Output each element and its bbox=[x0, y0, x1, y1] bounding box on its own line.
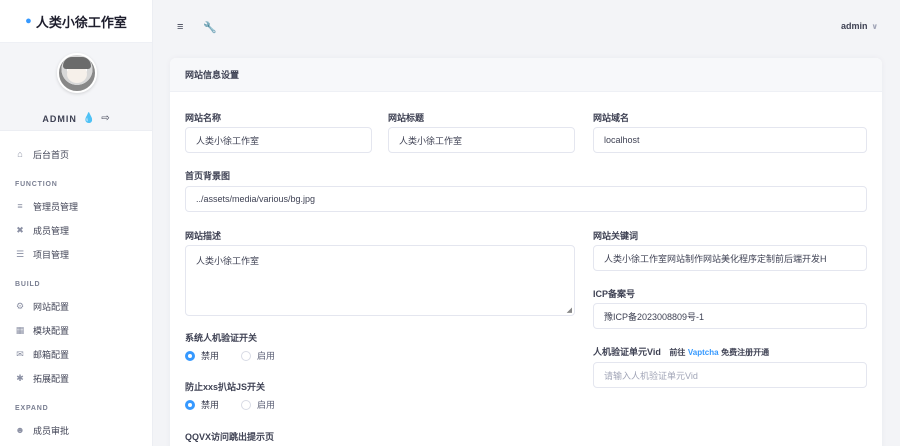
home-icon: ⌂ bbox=[17, 149, 23, 159]
site-settings-card: 网站信息设置 网站名称 人类小徐工作室 网站标题 人类小徐工作室 网站域名 lo… bbox=[170, 58, 882, 446]
captcha-disabled-radio[interactable] bbox=[185, 350, 195, 361]
captcha-enabled-radio[interactable] bbox=[241, 350, 252, 361]
sidebar-item-label: 后台首页 bbox=[33, 149, 70, 160]
vid-hint-suffix: 免费注册开通 bbox=[721, 348, 770, 357]
vid-input[interactable]: 请输入人机验证单元Vid bbox=[593, 362, 867, 388]
nav-section-function: FUNCTION bbox=[15, 180, 58, 188]
sidebar-item-member-manage[interactable]: ✖ 成员管理 bbox=[0, 218, 152, 242]
chevron-down-icon: ∨ bbox=[871, 21, 879, 31]
avatar[interactable] bbox=[57, 53, 97, 93]
xss-switch-label: 防止xxs扒站JS开关 bbox=[185, 382, 266, 392]
qqvx-label: QQVX访问跳出提示页 bbox=[185, 432, 275, 442]
sidebar: ● 人类小徐工作室 ADMIN 💧 ⇨ ⌂ 后台首页 FUNCTION ≡ 管理… bbox=[0, 0, 153, 446]
sidebar-item-dashboard[interactable]: ⌂ 后台首页 bbox=[0, 142, 152, 166]
radio-label: 启用 bbox=[257, 351, 276, 361]
site-title-label: 网站标题 bbox=[388, 113, 425, 123]
xss-disabled-radio[interactable] bbox=[185, 399, 195, 410]
vaptcha-link[interactable]: Vaptcha bbox=[688, 348, 719, 357]
sidebar-item-extend-config[interactable]: ✱ 拓展配置 bbox=[0, 366, 152, 390]
desc-value: 人类小徐工作室 bbox=[196, 256, 260, 266]
mail-icon: ✉ bbox=[16, 348, 24, 359]
xss-switch-group: 禁用 启用 bbox=[185, 398, 291, 411]
radio-label: 禁用 bbox=[201, 351, 220, 361]
sidebar-item-label: 邮箱配置 bbox=[33, 349, 70, 360]
tools-icon: ✖ bbox=[16, 224, 24, 235]
site-title-input[interactable]: 人类小徐工作室 bbox=[388, 127, 575, 153]
desc-textarea[interactable]: 人类小徐工作室 ◢ bbox=[185, 245, 575, 316]
sidebar-item-label: 网站配置 bbox=[33, 301, 70, 312]
user-menu-name: admin bbox=[840, 21, 868, 31]
vid-hint-prefix: 前往 bbox=[669, 348, 686, 357]
sidebar-item-mail-config[interactable]: ✉ 邮箱配置 bbox=[0, 342, 152, 366]
sidebar-item-label: 模块配置 bbox=[33, 325, 70, 336]
radio-label: 禁用 bbox=[201, 400, 220, 410]
sidebar-item-label: 管理员管理 bbox=[33, 201, 79, 212]
keywords-input[interactable]: 人类小徐工作室网站制作网站美化程序定制前后端开发H bbox=[593, 245, 867, 271]
pin-icon: ✱ bbox=[16, 372, 24, 383]
sidebar-item-label: 成员审批 bbox=[33, 425, 70, 436]
nav-section-expand: EXPAND bbox=[15, 404, 49, 412]
sidebar-item-label: 项目管理 bbox=[33, 249, 70, 260]
vid-label: 人机验证单元Vid bbox=[593, 347, 661, 357]
flame-icon[interactable]: 💧 bbox=[83, 113, 95, 124]
list-icon: ≡ bbox=[17, 201, 23, 211]
brand[interactable]: ● 人类小徐工作室 bbox=[0, 0, 152, 43]
captcha-switch-label: 系统人机验证开关 bbox=[185, 333, 258, 343]
sidebar-nav: ⌂ 后台首页 FUNCTION ≡ 管理员管理 ✖ 成员管理 ☰ 项目管理 BU… bbox=[0, 142, 152, 442]
profile-panel: ADMIN 💧 ⇨ bbox=[0, 43, 152, 131]
sidebar-item-site-config[interactable]: ⚙ 网站配置 bbox=[0, 294, 152, 318]
nav-section-build: BUILD bbox=[15, 280, 41, 288]
sidebar-item-label: 成员管理 bbox=[33, 225, 70, 236]
profile-name: ADMIN bbox=[42, 113, 77, 124]
icp-label: ICP备案号 bbox=[593, 289, 636, 299]
site-name-label: 网站名称 bbox=[185, 113, 222, 123]
layers-icon: ☰ bbox=[15, 248, 25, 259]
bg-input[interactable]: ../assets/media/various/bg.jpg bbox=[185, 186, 867, 212]
module-icon: ▦ bbox=[15, 324, 25, 335]
user-menu[interactable]: admin ∨ bbox=[841, 21, 878, 31]
wrench-icon[interactable]: 🔧 bbox=[203, 21, 217, 34]
captcha-switch-group: 禁用 启用 bbox=[185, 349, 291, 362]
sidebar-item-member-review[interactable]: ☻ 成员审批 bbox=[0, 418, 152, 442]
site-name-input[interactable]: 人类小徐工作室 bbox=[185, 127, 372, 153]
logout-icon[interactable]: ⇨ bbox=[101, 113, 109, 124]
topbar: ≡ 🔧 admin ∨ bbox=[153, 0, 900, 52]
sidebar-item-admin-manage[interactable]: ≡ 管理员管理 bbox=[0, 194, 152, 218]
radio-label: 启用 bbox=[257, 400, 276, 410]
brand-title: 人类小徐工作室 bbox=[35, 14, 127, 30]
domain-input[interactable]: localhost bbox=[593, 127, 867, 153]
desc-label: 网站描述 bbox=[185, 231, 222, 241]
bg-label: 首页背景图 bbox=[185, 171, 231, 181]
sidebar-item-module-config[interactable]: ▦ 模块配置 bbox=[0, 318, 152, 342]
domain-label: 网站域名 bbox=[593, 113, 630, 123]
resize-handle-icon[interactable]: ◢ bbox=[567, 306, 572, 314]
keywords-label: 网站关键词 bbox=[593, 231, 639, 241]
menu-toggle-icon[interactable]: ≡ bbox=[177, 21, 183, 33]
xss-enabled-radio[interactable] bbox=[241, 399, 252, 410]
flame-icon: ● bbox=[25, 15, 32, 27]
sidebar-item-project-manage[interactable]: ☰ 项目管理 bbox=[0, 242, 152, 266]
vid-label-row: 人机验证单元Vid 前往 Vaptcha 免费注册开通 bbox=[593, 345, 769, 358]
gears-icon: ⚙ bbox=[15, 300, 25, 311]
icp-input[interactable]: 豫ICP备2023008809号-1 bbox=[593, 303, 867, 329]
card-title: 网站信息设置 bbox=[170, 58, 882, 92]
user-add-icon: ☻ bbox=[15, 425, 25, 435]
sidebar-item-label: 拓展配置 bbox=[33, 373, 70, 384]
